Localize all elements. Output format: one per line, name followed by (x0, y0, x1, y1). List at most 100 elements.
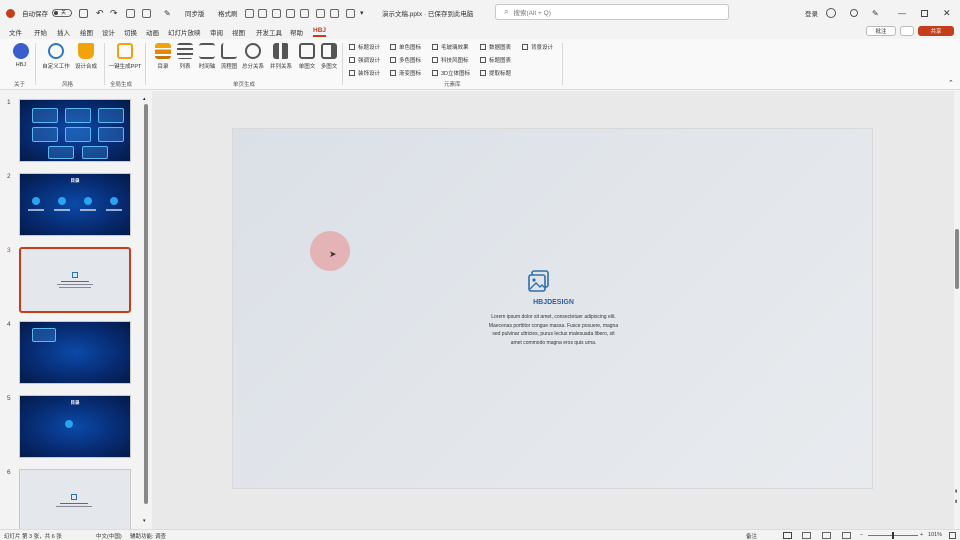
document-title[interactable]: 演示文稿.pptx · 已保存到此电脑 (382, 7, 473, 19)
next-slide-icon[interactable]: ⇟ (954, 499, 958, 505)
search-box[interactable]: ⌕ 搜索(Alt + Q) (495, 4, 729, 20)
check-emphasis-design[interactable]: 强调设计 (349, 55, 380, 65)
comments-label: 批注 (875, 29, 887, 35)
avatar-icon[interactable] (826, 7, 836, 19)
minimize-icon[interactable]: — (898, 7, 906, 19)
undo-icon[interactable]: ↶ (96, 7, 104, 19)
check-tech-icon[interactable]: 科技风图标 (432, 55, 469, 65)
normal-view-icon[interactable] (783, 532, 792, 539)
fit-to-window-icon[interactable] (949, 532, 956, 539)
tab-file[interactable]: 文件 (9, 27, 22, 37)
toolbar-icon-4[interactable] (286, 7, 295, 19)
check-extract-title[interactable]: 提取标题 (480, 68, 511, 78)
search-placeholder: 搜索(Alt + Q) (513, 10, 551, 17)
check-3d-icon[interactable]: 3D立体图标 (432, 68, 470, 78)
tab-view[interactable]: 视图 (232, 27, 245, 37)
signin-label[interactable]: 登录 (805, 7, 818, 19)
brush-icon[interactable]: ✎ (164, 7, 171, 19)
hbj-button[interactable]: HBJ (7, 42, 35, 76)
canvas-scroll-thumb[interactable] (955, 229, 959, 289)
toolbar-icon-1[interactable] (245, 7, 254, 19)
check-bg-design[interactable]: 背景设计 (522, 42, 553, 52)
restore-icon[interactable] (921, 7, 928, 19)
share-button[interactable]: 共享 (918, 26, 954, 36)
tab-insert[interactable]: 插入 (57, 27, 70, 37)
reading-view-icon[interactable] (822, 532, 831, 539)
slide-number: 2 (7, 173, 11, 180)
tab-review[interactable]: 审阅 (210, 27, 223, 37)
toolbar-icon-2[interactable] (258, 7, 267, 19)
toolbar-icon-6[interactable] (316, 7, 325, 19)
present-button[interactable] (900, 26, 914, 36)
check-data-chart[interactable]: 数据图表 (480, 42, 511, 52)
scroll-up-icon[interactable]: ▴ (143, 96, 146, 102)
check-multicolor-icon[interactable]: 多色图标 (390, 55, 421, 65)
toolbar-icon-5[interactable] (300, 7, 309, 19)
zoom-slider-handle[interactable] (892, 532, 894, 539)
scroll-thumb[interactable] (144, 104, 148, 504)
one-click-ppt-button[interactable]: 一键生成PPT (109, 42, 141, 76)
qat-dropdown-icon[interactable]: ▾ (360, 7, 364, 19)
custom-work-button[interactable]: 自定义工作 (42, 42, 70, 76)
multi-image-text-button[interactable]: 多图文 (315, 42, 343, 76)
check-title-design[interactable]: 标题设计 (349, 42, 380, 52)
thumbnail-scrollbar[interactable]: ▴ ▾ (143, 96, 149, 526)
notes-button[interactable]: 备注 (746, 532, 757, 540)
toolbar-icon-8[interactable] (346, 7, 355, 19)
zoom-level[interactable]: 101% (928, 532, 942, 538)
save-icon[interactable] (79, 7, 88, 19)
redo-icon[interactable]: ↷ (110, 7, 118, 19)
check-decor-design[interactable]: 装饰设计 (349, 68, 380, 78)
canvas-scrollbar[interactable]: ⇞ ⇟ (954, 91, 960, 529)
tab-transitions[interactable]: 切换 (124, 27, 137, 37)
check-title-chart[interactable]: 标题图表 (480, 55, 511, 65)
comments-button[interactable]: 批注 (866, 26, 896, 36)
design-compose-button[interactable]: 设计合成 (72, 42, 100, 76)
slideshow-icon[interactable] (842, 532, 851, 539)
format-icon[interactable] (126, 7, 135, 19)
current-slide[interactable]: HBJDESIGN Lorem ipsum dolor sit amet, co… (232, 128, 873, 489)
slide-sorter-icon[interactable] (802, 532, 811, 539)
language-indicator[interactable]: 中文(中国) (96, 532, 122, 540)
slide-thumbnail-1[interactable] (19, 99, 131, 162)
toolbar-icon-7[interactable] (330, 7, 339, 19)
slide-thumbnail-5[interactable]: 目录 (19, 395, 131, 458)
check-gradient-icon[interactable]: 渐变图标 (390, 68, 421, 78)
scroll-down-icon[interactable]: ▾ (143, 518, 146, 524)
lightbulb-icon[interactable] (850, 7, 858, 19)
slide-thumbnail-3[interactable] (19, 247, 131, 313)
tab-home[interactable]: 开始 (34, 27, 47, 37)
slide-brand-name[interactable]: HBJDESIGN (233, 299, 874, 306)
hierarchy-button[interactable]: 总分关系 (239, 42, 267, 76)
tab-design[interactable]: 设计 (102, 27, 115, 37)
check-glass-effect[interactable]: 毛玻璃效果 (432, 42, 469, 52)
fill-icon[interactable] (142, 7, 151, 19)
tab-slideshow[interactable]: 幻灯片放映 (168, 27, 201, 37)
tab-hbj[interactable]: HBJ (313, 27, 327, 37)
close-icon[interactable]: ✕ (943, 7, 951, 19)
tab-animations[interactable]: 动画 (146, 27, 159, 37)
slide-thumbnail-6[interactable] (19, 469, 131, 529)
format-painter-label[interactable]: 格式刷 (218, 7, 238, 19)
pen-icon[interactable]: ✎ (872, 7, 879, 19)
slide-thumbnail-2[interactable]: 目录 (19, 173, 131, 236)
accessibility-status[interactable]: 辅助功能: 调查 (130, 532, 166, 540)
tab-developer[interactable]: 开发工具 (256, 27, 282, 37)
parallel-button[interactable]: 并列关系 (267, 42, 295, 76)
slide-body-text[interactable]: Lorem ipsum dolor sit amet, consectetuer… (433, 313, 674, 347)
autosave-toggle[interactable]: 关 (52, 7, 72, 19)
group-label-single-page: 单页生成 (233, 82, 256, 88)
ribbon-collapse-icon[interactable]: ⌃ (948, 79, 954, 87)
prev-slide-icon[interactable]: ⇞ (954, 489, 958, 495)
tab-help[interactable]: 帮助 (290, 27, 303, 37)
zoom-out-icon[interactable]: − (860, 532, 863, 538)
zoom-slider[interactable] (868, 532, 918, 539)
tab-draw[interactable]: 绘图 (80, 27, 93, 37)
toolbar-icon-3[interactable] (272, 7, 281, 19)
sync-label[interactable]: 同步版 (185, 7, 205, 19)
image-icon (528, 270, 549, 292)
zoom-in-icon[interactable]: + (920, 532, 923, 538)
slide-thumbnail-4[interactable] (19, 321, 131, 384)
timeline-icon (199, 43, 215, 59)
check-mono-icon[interactable]: 单色图标 (390, 42, 421, 52)
